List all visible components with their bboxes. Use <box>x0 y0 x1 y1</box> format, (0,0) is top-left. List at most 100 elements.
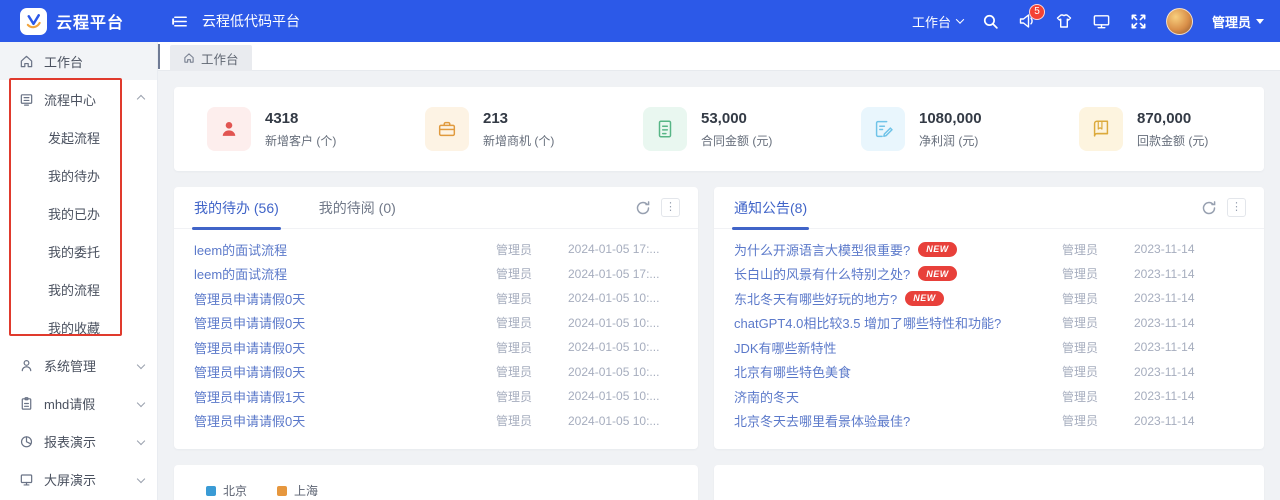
notice-list: 为什么开源语言大模型很重要?NEW管理员2023-11-14 长白山的风景有什么… <box>714 229 1264 433</box>
more-options-icon[interactable]: ⋮ <box>661 198 680 217</box>
todo-link[interactable]: 管理员申请请假0天 <box>194 338 496 357</box>
notice-link[interactable]: 为什么开源语言大模型很重要?NEW <box>734 240 1062 259</box>
date-label: 2024-01-05 10:... <box>568 414 678 428</box>
owner-label: 管理员 <box>496 339 558 356</box>
sidebar-item-process-center[interactable]: 流程中心 <box>0 80 157 118</box>
refresh-icon[interactable] <box>1201 200 1217 216</box>
refresh-icon[interactable] <box>635 200 651 216</box>
sidebar-item-report-demo[interactable]: 报表演示 <box>0 422 157 460</box>
monitor-icon[interactable] <box>1092 12 1111 31</box>
caret-down-icon <box>1256 19 1264 24</box>
fullscreen-icon[interactable] <box>1130 13 1147 30</box>
legend-label: 北京 <box>223 482 247 499</box>
notice-panel-header: 通知公告(8) ⋮ <box>714 187 1264 229</box>
search-icon[interactable] <box>982 13 999 30</box>
sidebar-item-system-management[interactable]: 系统管理 <box>0 346 157 384</box>
todo-link[interactable]: 管理员申请请假0天 <box>194 313 496 332</box>
tab-notices[interactable]: 通知公告(8) <box>734 187 807 229</box>
sidebar-subitem-my-delegation[interactable]: 我的委托 <box>0 232 157 270</box>
notice-link[interactable]: 济南的冬天 <box>734 387 1062 406</box>
list-item: 管理员申请请假1天管理员2024-01-05 10:... <box>194 384 678 409</box>
date-label: 2024-01-05 10:... <box>568 340 678 354</box>
stat-value: 213 <box>483 110 554 127</box>
sidebar-item-label: 大屏演示 <box>44 470 96 489</box>
chevron-down-icon <box>137 361 145 369</box>
tab-label: 工作台 <box>201 49 239 68</box>
todo-link[interactable]: 管理员申请请假0天 <box>194 289 496 308</box>
notice-link[interactable]: 北京有哪些特色美食 <box>734 362 1062 381</box>
date-label: 2023-11-14 <box>1134 389 1244 403</box>
stat-value: 4318 <box>265 110 336 127</box>
owner-label: 管理员 <box>496 412 558 429</box>
date-label: 2023-11-14 <box>1134 242 1244 256</box>
date-label: 2023-11-14 <box>1134 365 1244 379</box>
list-item: 为什么开源语言大模型很重要?NEW管理员2023-11-14 <box>734 237 1244 262</box>
stat-contract-amount: 53,000 合同金额 (元) <box>610 107 828 151</box>
legend-item-shanghai[interactable]: 上海 <box>277 482 318 499</box>
list-item: leem的面试流程管理员2024-01-05 17:... <box>194 237 678 262</box>
list-item: 济南的冬天管理员2023-11-14 <box>734 384 1244 409</box>
date-label: 2023-11-14 <box>1134 316 1244 330</box>
legend-swatch-icon <box>277 486 287 496</box>
owner-label: 管理员 <box>1062 314 1124 331</box>
notice-panel: 通知公告(8) ⋮ 为什么开源语言大模型很重要?NEW管理员2023-11-14… <box>714 187 1264 449</box>
date-label: 2023-11-14 <box>1134 340 1244 354</box>
todo-link[interactable]: 管理员申请请假1天 <box>194 387 496 406</box>
sidebar-subitem-my-process[interactable]: 我的流程 <box>0 270 157 308</box>
sidebar-item-mhd-leave[interactable]: mhd请假 <box>0 384 157 422</box>
workspace-dropdown-label: 工作台 <box>912 12 951 31</box>
todo-link[interactable]: leem的面试流程 <box>194 264 496 283</box>
notice-link[interactable]: JDK有哪些新特性 <box>734 338 1062 357</box>
notice-link[interactable]: 北京冬天去哪里看景体验最佳? <box>734 411 1062 430</box>
owner-label: 管理员 <box>1062 363 1124 380</box>
todo-link[interactable]: 管理员申请请假0天 <box>194 411 496 430</box>
sidebar-item-label: 系统管理 <box>44 356 96 375</box>
notice-link[interactable]: chatGPT4.0相比较3.5 增加了哪些特性和功能? <box>734 313 1062 332</box>
list-item: 管理员申请请假0天管理员2024-01-05 10:... <box>194 286 678 311</box>
pie-chart-icon <box>18 433 34 449</box>
notice-link[interactable]: 长白山的风景有什么特别之处?NEW <box>734 264 1062 283</box>
owner-label: 管理员 <box>1062 339 1124 356</box>
stat-label: 净利润 (元) <box>919 132 982 149</box>
book-icon <box>1079 107 1123 151</box>
stat-net-profit: 1080,000 净利润 (元) <box>828 107 1046 151</box>
theme-skin-icon[interactable] <box>1055 12 1073 30</box>
todo-panel-header: 我的待办 (56) 我的待阅 (0) ⋮ <box>174 187 698 229</box>
date-label: 2024-01-05 10:... <box>568 316 678 330</box>
sidebar-item-bigscreen-demo[interactable]: 大屏演示 <box>0 460 157 498</box>
briefcase-icon <box>425 107 469 151</box>
todo-link[interactable]: leem的面试流程 <box>194 240 496 259</box>
sidebar-item-workbench[interactable]: 工作台 <box>0 42 157 80</box>
workspace-dropdown[interactable]: 工作台 <box>912 12 963 31</box>
legend-swatch-icon <box>206 486 216 496</box>
main-content: 4318 新增客户 (个) 213 新增商机 (个) <box>158 71 1280 500</box>
tab-my-toread[interactable]: 我的待阅 (0) <box>319 187 396 229</box>
charts-row: 北京 上海 <box>174 465 1264 500</box>
tab-my-todo[interactable]: 我的待办 (56) <box>194 187 279 229</box>
list-item: 管理员申请请假0天管理员2024-01-05 10:... <box>194 360 678 385</box>
monitor-icon <box>18 471 34 487</box>
announcement-horn-icon[interactable]: 5 <box>1018 12 1036 30</box>
user-menu[interactable]: 管理员 <box>1212 12 1264 31</box>
date-label: 2023-11-14 <box>1134 291 1244 305</box>
stat-label: 回款金额 (元) <box>1137 132 1208 149</box>
tabbar-divider <box>158 44 160 69</box>
chevron-down-icon <box>137 475 145 483</box>
sidebar-subitem-start-process[interactable]: 发起流程 <box>0 118 157 156</box>
sidebar-item-label: 流程中心 <box>44 90 96 109</box>
more-options-icon[interactable]: ⋮ <box>1227 198 1246 217</box>
sidebar-subitem-my-favorites[interactable]: 我的收藏 <box>0 308 157 346</box>
app-window: 云程平台 云程低代码平台 工作台 5 <box>0 0 1280 500</box>
tab-workbench[interactable]: 工作台 <box>170 45 252 71</box>
owner-label: 管理员 <box>496 314 558 331</box>
user-avatar[interactable] <box>1166 8 1193 35</box>
notice-link[interactable]: 东北冬天有哪些好玩的地方?NEW <box>734 289 1062 308</box>
todo-link[interactable]: 管理员申请请假0天 <box>194 362 496 381</box>
sidebar-subitem-label: 发起流程 <box>48 128 100 147</box>
sidebar-subitem-my-todo[interactable]: 我的待办 <box>0 156 157 194</box>
date-label: 2023-11-14 <box>1134 414 1244 428</box>
user-icon <box>18 357 34 373</box>
menu-collapse-icon[interactable] <box>172 13 189 30</box>
sidebar-subitem-my-done[interactable]: 我的已办 <box>0 194 157 232</box>
legend-item-beijing[interactable]: 北京 <box>206 482 247 499</box>
